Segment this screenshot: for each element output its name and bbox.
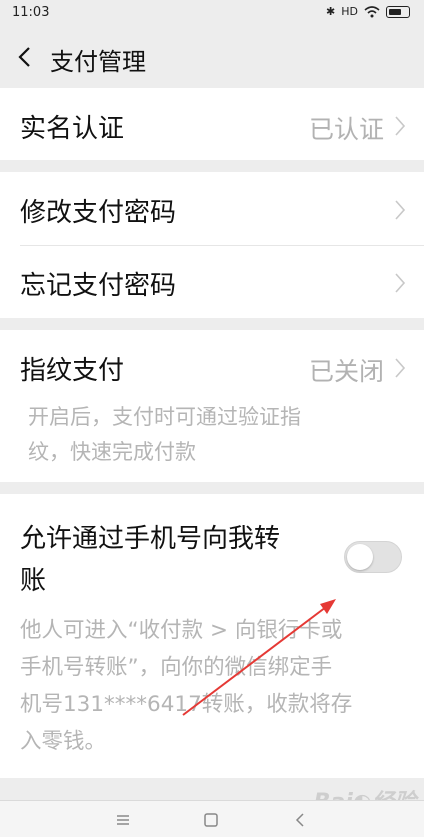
phone-transfer-label: 允许通过手机号向我转 账: [20, 518, 280, 602]
password-card: 修改支付密码 忘记支付密码: [0, 172, 424, 318]
fingerprint-row[interactable]: 指纹支付 已关闭: [0, 330, 424, 400]
bluetooth-icon: ✱: [326, 5, 336, 18]
system-nav-bar: [0, 800, 424, 837]
status-bar: 11:03 ✱ HD: [0, 0, 424, 26]
battery-icon: [386, 5, 410, 18]
change-password-label: 修改支付密码: [20, 198, 177, 228]
phone-transfer-desc-line: 手机号转账”，向你的微信绑定手: [20, 655, 333, 680]
chevron-right-icon: [395, 116, 406, 136]
status-icons: ✱ HD: [326, 5, 410, 18]
menu-icon[interactable]: [114, 811, 132, 829]
home-icon[interactable]: [202, 811, 220, 829]
toggle-knob: [347, 544, 373, 570]
real-name-status: 已认证: [308, 115, 384, 144]
fingerprint-status: 已关闭: [308, 357, 384, 386]
fingerprint-desc-line: 开启后，支付时可通过验证指: [28, 405, 301, 429]
phone-transfer-label-line: 账: [20, 566, 47, 596]
real-name-label: 实名认证: [20, 114, 125, 144]
forgot-password-row[interactable]: 忘记支付密码: [0, 246, 424, 318]
fingerprint-desc-line: 纹，快速完成付款: [28, 440, 196, 464]
change-password-row[interactable]: 修改支付密码: [0, 172, 424, 245]
phone-transfer-desc-line: 机号131****6417转账，收款将存: [20, 692, 353, 717]
phone-transfer-card: 允许通过手机号向我转 账 他人可进入“收付款 > 向银行卡或 手机号转账”，向你…: [0, 494, 424, 778]
fingerprint-description: 开启后，支付时可通过验证指 纹，快速完成付款: [28, 400, 368, 470]
real-name-row[interactable]: 实名认证 已认证: [0, 88, 424, 160]
status-time: 11:03: [12, 5, 50, 20]
phone-transfer-desc-line: 入零钱。: [20, 729, 107, 754]
wifi-icon: [364, 5, 380, 17]
fingerprint-card: 指纹支付 已关闭 开启后，支付时可通过验证指 纹，快速完成付款: [0, 330, 424, 482]
chevron-right-icon: [395, 273, 406, 293]
phone-transfer-description: 他人可进入“收付款 > 向银行卡或 手机号转账”，向你的微信绑定手 机号131*…: [20, 612, 410, 760]
phone-transfer-toggle[interactable]: [344, 541, 402, 573]
chevron-right-icon: [395, 358, 406, 378]
fingerprint-label: 指纹支付: [20, 356, 125, 386]
signal-icon: HD: [341, 5, 358, 18]
phone-transfer-desc-line: 他人可进入“收付款 > 向银行卡或: [20, 618, 343, 643]
chevron-left-icon[interactable]: [14, 44, 36, 70]
page-title: 支付管理: [50, 48, 146, 76]
phone-transfer-label-line: 允许通过手机号向我转: [20, 524, 281, 554]
nav-bar: 支付管理: [0, 26, 424, 88]
chevron-right-icon: [395, 200, 406, 220]
forgot-password-label: 忘记支付密码: [20, 271, 177, 301]
back-icon[interactable]: [292, 811, 310, 829]
